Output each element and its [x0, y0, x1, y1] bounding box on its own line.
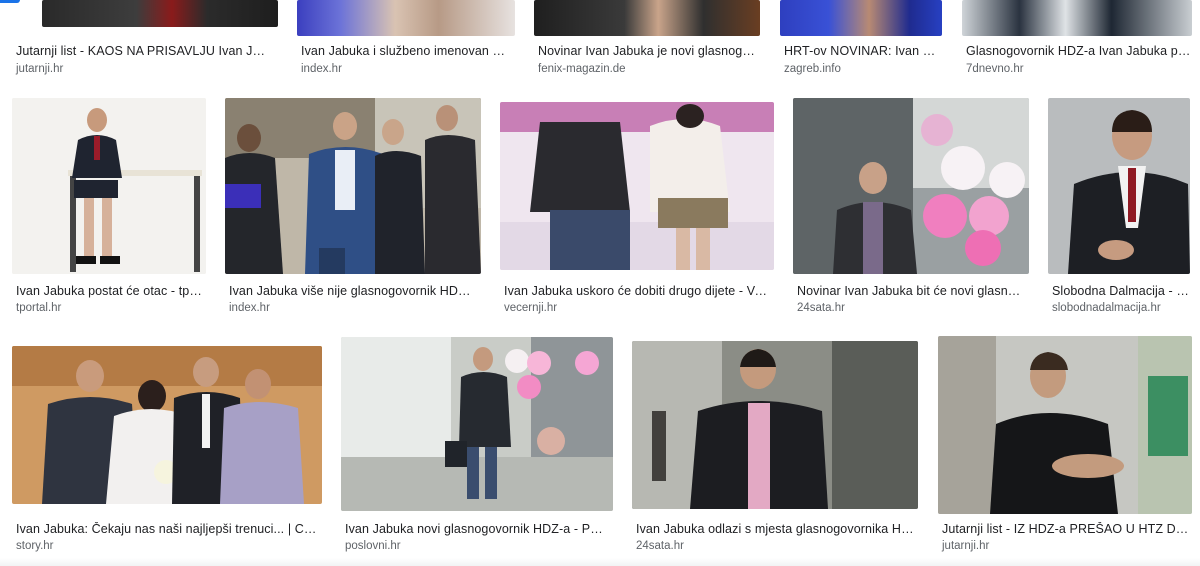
- image-result-8[interactable]: Ivan Jabuka uskoro će dobiti drugo dijet…: [500, 102, 774, 320]
- image-result-11[interactable]: Ivan Jabuka: Čekaju nas naši najljepši t…: [12, 346, 322, 556]
- image-result-6[interactable]: Ivan Jabuka postat će otac - tportal tpo…: [12, 98, 206, 320]
- result-title[interactable]: Novinar Ivan Jabuka je novi glasnogovorn…: [538, 44, 760, 58]
- photo-portrait-suit: [1048, 98, 1190, 274]
- image-result-10[interactable]: Slobodna Dalmacija - Ivan Jabuka slobodn…: [1048, 98, 1190, 320]
- result-title[interactable]: Slobodna Dalmacija - Ivan Jabuka: [1052, 284, 1190, 298]
- result-source[interactable]: 24sata.hr: [797, 302, 845, 314]
- result-title[interactable]: Glasnogovornik HDZ-a Ivan Jabuka postaje: [966, 44, 1192, 58]
- photo-couple-seated: [500, 102, 774, 270]
- result-source[interactable]: poslovni.hr: [345, 540, 401, 552]
- photo-group-walking: [225, 98, 481, 274]
- image-result-1[interactable]: Jutarnji list - KAOS NA PRISAVLJU Ivan J…: [12, 0, 278, 80]
- result-thumbnail[interactable]: [297, 0, 515, 36]
- image-result-7[interactable]: Ivan Jabuka više nije glasnogovornik HDZ…: [225, 98, 481, 320]
- result-title[interactable]: Ivan Jabuka postat će otac - tportal: [16, 284, 202, 298]
- image-result-2[interactable]: Ivan Jabuka i službeno imenovan glasnogo…: [297, 0, 515, 80]
- image-result-9[interactable]: Novinar Ivan Jabuka bit će novi glasnogo…: [793, 98, 1029, 320]
- photo-man-walking-balloons: [341, 337, 613, 511]
- photo-man-street: [632, 341, 918, 509]
- result-thumbnail[interactable]: [632, 341, 918, 509]
- result-title[interactable]: Ivan Jabuka uskoro će dobiti drugo dijet…: [504, 284, 770, 298]
- result-title[interactable]: Ivan Jabuka više nije glasnogovornik HDZ…: [229, 284, 477, 298]
- result-thumbnail[interactable]: [500, 102, 774, 270]
- result-source[interactable]: story.hr: [16, 540, 54, 552]
- photo-man-leaning-wall: [938, 336, 1192, 514]
- result-source[interactable]: fenix-magazin.de: [538, 63, 626, 75]
- result-title[interactable]: HRT-ov NOVINAR: Ivan Jabuka: [784, 44, 936, 58]
- image-result-13[interactable]: Ivan Jabuka odlazi s mjesta glasnogovorn…: [632, 341, 918, 556]
- result-title[interactable]: Jutarnji list - KAOS NA PRISAVLJU Ivan J…: [16, 44, 272, 58]
- result-thumbnail[interactable]: [962, 0, 1192, 36]
- result-thumbnail[interactable]: [938, 336, 1192, 514]
- result-title[interactable]: Jutarnji list - IZ HDZ-a PREŠAO U HTZ Do…: [942, 522, 1192, 536]
- bottom-edge: [0, 558, 1200, 566]
- photo-man-at-desk: [12, 98, 206, 274]
- photo-wedding-group: [12, 346, 322, 504]
- result-source[interactable]: 7dnevno.hr: [966, 63, 1024, 75]
- result-source[interactable]: 24sata.hr: [636, 540, 684, 552]
- photo-man-with-balloons: [793, 98, 1029, 274]
- result-thumbnail[interactable]: [1048, 98, 1190, 274]
- result-source[interactable]: jutarnji.hr: [16, 63, 63, 75]
- result-title[interactable]: Novinar Ivan Jabuka bit će novi glasnogo…: [797, 284, 1025, 298]
- result-source[interactable]: vecernji.hr: [504, 302, 557, 314]
- result-source[interactable]: index.hr: [229, 302, 270, 314]
- result-thumbnail[interactable]: [42, 0, 278, 27]
- result-title[interactable]: Ivan Jabuka: Čekaju nas naši najljepši t…: [16, 522, 318, 536]
- result-title[interactable]: Ivan Jabuka odlazi s mjesta glasnogovorn…: [636, 522, 914, 536]
- result-source[interactable]: zagreb.info: [784, 63, 841, 75]
- result-thumbnail[interactable]: [12, 346, 322, 504]
- image-result-12[interactable]: Ivan Jabuka novi glasnogovornik HDZ-a - …: [341, 337, 613, 556]
- result-thumbnail[interactable]: [12, 98, 206, 274]
- result-source[interactable]: index.hr: [301, 63, 342, 75]
- result-source[interactable]: tportal.hr: [16, 302, 61, 314]
- result-thumbnail[interactable]: [793, 98, 1029, 274]
- image-result-5[interactable]: Glasnogovornik HDZ-a Ivan Jabuka postaje…: [962, 0, 1192, 80]
- result-thumbnail[interactable]: [341, 337, 613, 511]
- result-thumbnail[interactable]: [780, 0, 942, 36]
- result-title[interactable]: Ivan Jabuka i službeno imenovan glasnogo…: [301, 44, 511, 58]
- result-source[interactable]: jutarnji.hr: [942, 540, 989, 552]
- result-source[interactable]: slobodnadalmacija.hr: [1052, 302, 1161, 314]
- result-thumbnail[interactable]: [225, 98, 481, 274]
- image-result-14[interactable]: Jutarnji list - IZ HDZ-a PREŠAO U HTZ Do…: [938, 336, 1192, 556]
- image-result-4[interactable]: HRT-ov NOVINAR: Ivan Jabuka zagreb.info: [780, 0, 942, 80]
- image-result-3[interactable]: Novinar Ivan Jabuka je novi glasnogovorn…: [534, 0, 760, 80]
- result-thumbnail[interactable]: [534, 0, 760, 36]
- result-title[interactable]: Ivan Jabuka novi glasnogovornik HDZ-a - …: [345, 522, 609, 536]
